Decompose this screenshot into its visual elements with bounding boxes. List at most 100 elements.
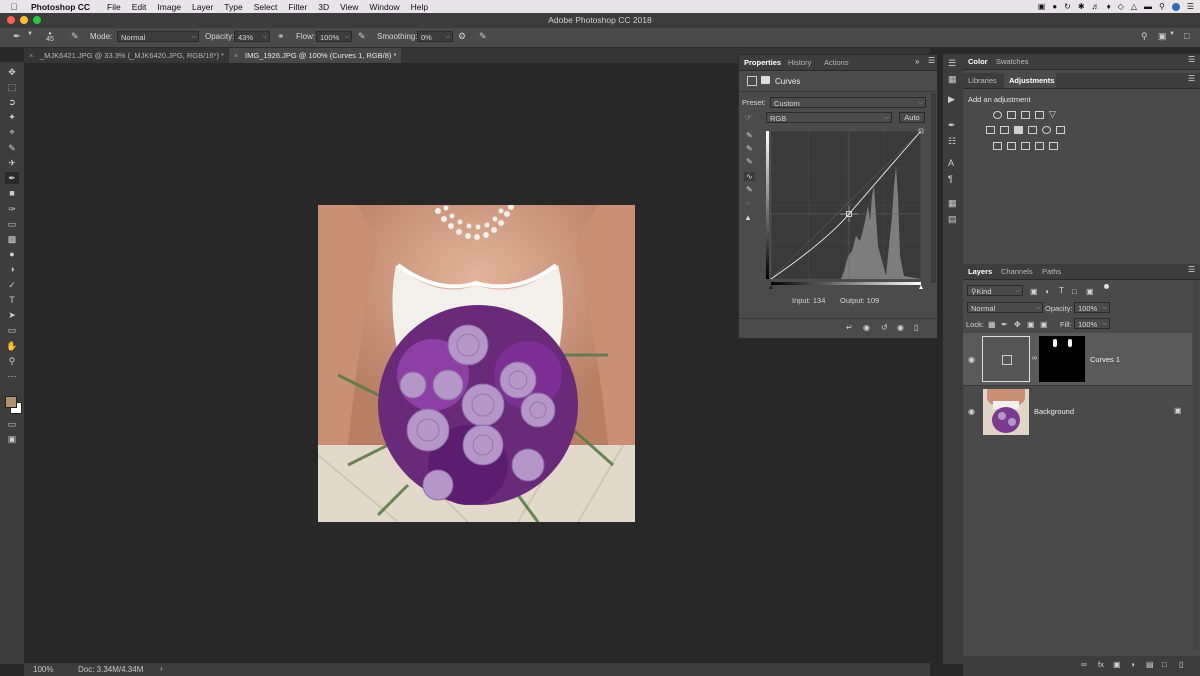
tab-properties[interactable]: Properties — [744, 58, 781, 67]
search-icon[interactable]: ⚲ — [1141, 31, 1148, 42]
search-icon[interactable]: ⚲ — [1159, 2, 1165, 11]
menu-help[interactable]: Help — [411, 2, 428, 12]
mask-icon[interactable] — [761, 76, 770, 84]
clip-to-layer-icon[interactable]: ↵ — [846, 323, 853, 332]
brush-settings-icon[interactable]: ✎ — [71, 31, 79, 42]
apple-icon[interactable]:  — [9, 2, 19, 12]
visibility-icon[interactable]: ◉ — [897, 323, 904, 332]
menu-view[interactable]: View — [340, 2, 358, 12]
tab-mjk6421[interactable]: × _MJK6421.JPG @ 33.3% (_MJK6420.JPG, RG… — [24, 48, 228, 63]
trash-icon[interactable]: ▯ — [914, 323, 918, 332]
filter-type-icon[interactable]: T — [1059, 286, 1064, 295]
clipping-warning-icon[interactable]: ▲ — [744, 213, 752, 222]
filter-pixel-icon[interactable]: ▣ — [1030, 287, 1038, 296]
tab-swatches[interactable]: Swatches — [996, 57, 1029, 66]
menu-image[interactable]: Image — [157, 2, 181, 12]
adjustments-icon[interactable]: ☷ — [948, 136, 956, 147]
type-tool-icon[interactable]: T — [5, 294, 19, 306]
lock-artboard-icon[interactable]: ▣ — [1027, 320, 1035, 329]
menu-type[interactable]: Type — [224, 2, 242, 12]
link-icon[interactable]: ∞ — [1032, 355, 1037, 362]
new-layer-icon[interactable]: □ — [1162, 660, 1167, 669]
pressure-opacity-icon[interactable]: ⚭ — [277, 31, 285, 42]
new-adjustment-icon[interactable]: ◑ — [1130, 660, 1135, 669]
menu-file[interactable]: File — [107, 2, 121, 12]
foreground-color-swatch[interactable] — [5, 396, 17, 408]
reset-icon[interactable]: ↺ — [881, 323, 888, 332]
levels-icon[interactable] — [1007, 111, 1016, 119]
invert-icon[interactable] — [993, 142, 1002, 150]
blend-mode-select[interactable]: Normal ⌵ — [967, 302, 1043, 313]
magic-wand-tool-icon[interactable]: ✦ — [5, 111, 19, 123]
filter-adjustment-icon[interactable]: ◑ — [1044, 287, 1049, 296]
healing-brush-tool-icon[interactable]: ✈ — [5, 157, 19, 169]
user-icon[interactable] — [1171, 2, 1180, 11]
brush-tool-icon[interactable]: ✒ — [5, 172, 19, 184]
curves-icon[interactable] — [1021, 111, 1030, 119]
shape-tool-icon[interactable]: ▭ — [5, 324, 19, 336]
tab-layers[interactable]: Layers — [968, 267, 992, 276]
character-icon[interactable]: A — [948, 158, 954, 168]
curves-graph[interactable] — [766, 126, 924, 291]
brush-icon[interactable]: ✒ — [948, 120, 956, 131]
menu-3d[interactable]: 3D — [318, 2, 329, 12]
add-mask-icon[interactable]: ▣ — [1113, 660, 1121, 669]
targeted-adjustment-icon[interactable]: ☞ — [745, 113, 752, 122]
menu-window[interactable]: Window — [369, 2, 399, 12]
vibrance-icon[interactable]: ▽ — [1049, 109, 1056, 120]
curve-points-icon[interactable]: ∿ — [744, 172, 755, 181]
eye-icon[interactable]: ◉ — [968, 407, 975, 416]
battery-icon[interactable]: ▬ — [1144, 2, 1152, 11]
filter-toggle[interactable] — [1104, 284, 1109, 289]
new-group-icon[interactable]: ▤ — [1146, 660, 1154, 669]
gradient-map-icon[interactable] — [1049, 142, 1058, 150]
chevron-right-icon[interactable]: › — [160, 664, 163, 673]
lock-transparent-icon[interactable]: ▦ — [988, 320, 996, 329]
brush-preset-picker[interactable]: • 45 — [40, 29, 60, 46]
share-icon[interactable]: □ — [1184, 31, 1189, 41]
fx-icon[interactable]: fx — [1098, 660, 1104, 669]
color-lookup-icon[interactable] — [1056, 126, 1065, 134]
flow-field[interactable]: 100% ⌵ — [316, 31, 352, 42]
color-balance-icon[interactable] — [1000, 126, 1009, 134]
fill-field[interactable]: 100% ⌵ — [1074, 318, 1110, 329]
menu-filter[interactable]: Filter — [288, 2, 307, 12]
clone-stamp-tool-icon[interactable]: ■ — [5, 187, 19, 199]
menu-select[interactable]: Select — [254, 2, 278, 12]
panel-menu-icon[interactable]: ☰ — [1188, 74, 1195, 83]
black-white-icon[interactable] — [1014, 126, 1023, 134]
brush-tool-icon[interactable]: ✒ — [13, 31, 21, 42]
dropbox-icon[interactable]: ♦ — [1107, 2, 1111, 11]
zoom-tool-icon[interactable]: ⚲ — [5, 355, 19, 367]
move-tool-icon[interactable]: ✥ — [5, 66, 19, 78]
document-image[interactable] — [318, 205, 635, 522]
creative-cloud-icon[interactable]: ● — [1052, 2, 1057, 11]
pencil-icon[interactable]: ✎ — [746, 185, 753, 194]
posterize-icon[interactable] — [1007, 142, 1016, 150]
crop-tool-icon[interactable]: ⌖ — [5, 126, 19, 138]
pen-tool-icon[interactable]: ✓ — [5, 279, 19, 291]
tab-color[interactable]: Color — [968, 57, 988, 66]
link-layers-icon[interactable]: ∞ — [1081, 660, 1087, 669]
screen-record-icon[interactable]: ▣ — [1038, 2, 1046, 11]
layer-name[interactable]: Background — [1034, 407, 1074, 416]
white-point-eyedropper-icon[interactable]: ✎ — [746, 157, 753, 166]
more-tools-icon[interactable]: ⋯ — [5, 370, 19, 382]
paragraph-icon[interactable]: ¶ — [948, 174, 953, 184]
panel-menu-icon[interactable]: ☰ — [928, 56, 935, 65]
eraser-tool-icon[interactable]: ▭ — [5, 218, 19, 230]
opacity-field[interactable]: 43% ⌵ — [234, 31, 270, 42]
close-icon[interactable]: × — [234, 48, 238, 63]
history-brush-tool-icon[interactable]: ✑ — [5, 203, 19, 215]
notes-icon[interactable]: ▤ — [948, 214, 957, 225]
layer-mask-thumbnail[interactable] — [1039, 336, 1085, 382]
lock-all-icon[interactable]: ▣ — [1040, 320, 1048, 329]
smoothing-field[interactable]: 0% ⌵ — [417, 31, 453, 42]
tab-actions[interactable]: Actions — [824, 58, 849, 67]
wifi-icon[interactable]: ◇ — [1118, 2, 1124, 11]
notification-icon[interactable]: ☰ — [1187, 2, 1194, 11]
layers-scrollbar[interactable] — [1193, 280, 1199, 650]
tab-channels[interactable]: Channels — [1001, 267, 1033, 276]
play-icon[interactable]: ▶ — [948, 94, 955, 105]
hue-saturation-icon[interactable] — [986, 126, 995, 134]
